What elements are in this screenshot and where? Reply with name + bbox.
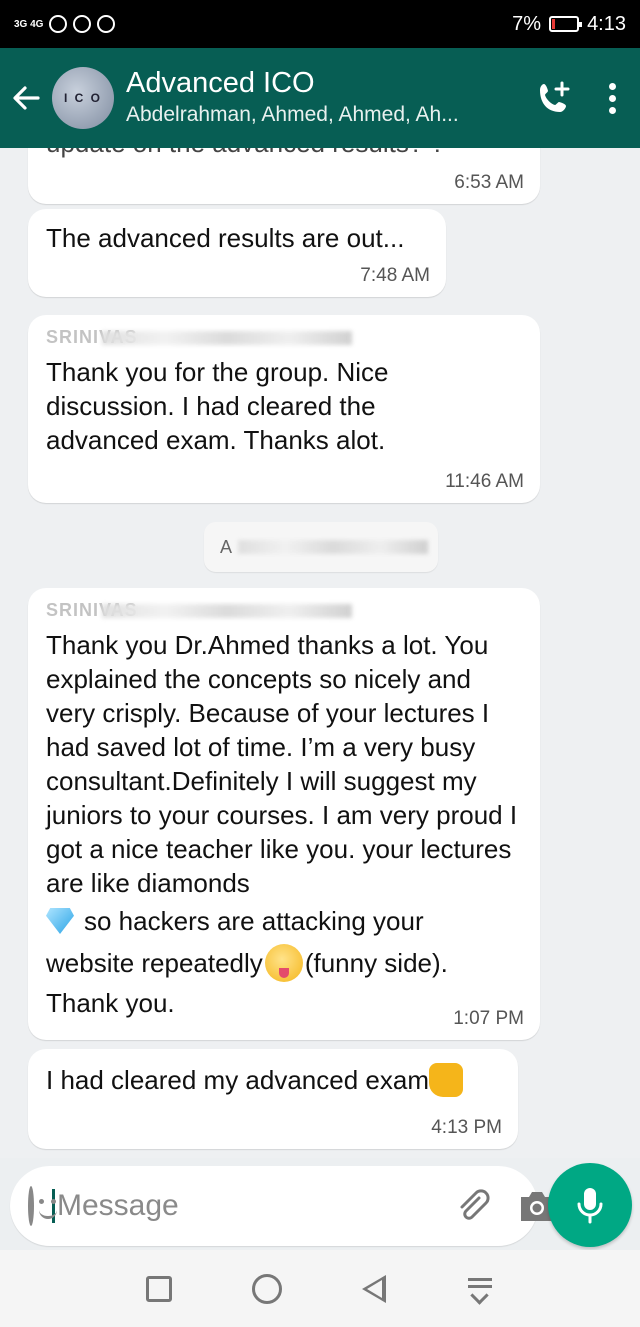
- message-time: 1:07 PM: [453, 1008, 524, 1029]
- message-text-part: website repeatedly: [46, 948, 263, 978]
- message-bubble[interactable]: SRINIVAS Thank you Dr.Ahmed thanks a lot…: [28, 588, 540, 1040]
- message-text-part: Thank you Dr.Ahmed thanks a lot. You exp…: [46, 630, 518, 898]
- message-text: Thank you Dr.Ahmed thanks a lot. You exp…: [46, 628, 526, 1020]
- winking-tongue-emoji-icon: [264, 944, 303, 982]
- battery-icon: [549, 16, 583, 32]
- more-options-button[interactable]: [584, 68, 640, 128]
- add-call-button[interactable]: [524, 68, 584, 128]
- chat-title: Advanced ICO: [126, 67, 315, 99]
- mic-icon: [577, 1188, 603, 1224]
- battery-percent: 7%: [512, 12, 542, 35]
- status-bar: 3G 4G 7% 4:13: [0, 0, 640, 48]
- system-nav-bar: [0, 1250, 640, 1327]
- message-input[interactable]: [52, 1189, 443, 1223]
- message-composer: [10, 1166, 553, 1246]
- chat-participants: Abdelrahman, Ahmed, Ahmed, Ah...: [126, 103, 459, 126]
- more-vertical-icon: [608, 82, 616, 90]
- message-bubble[interactable]: SRINIVAS Thank you for the group. Nice d…: [28, 315, 540, 503]
- message-text: I had cleared my advanced exam: [46, 1063, 500, 1097]
- network-indicator: 3G 4G: [14, 18, 44, 30]
- messenger-notification-icon: [73, 15, 92, 33]
- recent-apps-icon[interactable]: [146, 1275, 172, 1302]
- message-text-part: I had cleared my advanced exam: [46, 1065, 429, 1095]
- attach-button[interactable]: [453, 1186, 493, 1226]
- message-text: update on the advanced results? ?: [46, 148, 522, 160]
- message-line: website repeatedly (funny side).: [46, 944, 526, 982]
- status-icons: 3G 4G: [14, 15, 116, 33]
- message-bubble[interactable]: I had cleared my advanced exam 4:13 PM: [28, 1049, 518, 1149]
- thumbs-up-emoji-icon: [429, 1063, 463, 1097]
- smiley-icon[interactable]: [28, 1186, 57, 1226]
- sender-name: SRINIVAS: [46, 327, 522, 351]
- message-bubble[interactable]: update on the advanced results? ? 6:53 A…: [28, 148, 540, 204]
- redacted-text: [238, 540, 429, 554]
- chat-header: I C O Advanced ICO Abdelrahman, Ahmed, A…: [0, 48, 640, 148]
- message-text-part: so hackers are attacking your: [84, 906, 424, 936]
- redacted-name: [102, 604, 352, 618]
- clock: 4:13: [587, 12, 626, 35]
- group-avatar[interactable]: I C O: [52, 67, 114, 129]
- message-time: 7:48 AM: [360, 265, 430, 286]
- avatar-label: I C O: [63, 91, 102, 105]
- arrow-left-icon: [13, 86, 40, 110]
- message-text: Thank you for the group. Nice discussion…: [46, 357, 389, 455]
- diamond-emoji-icon: [46, 908, 74, 934]
- system-notice: A: [204, 522, 438, 572]
- message-bubble[interactable]: The advanced results are out... 7:48 AM: [28, 209, 446, 297]
- message-time: 11:46 AM: [445, 471, 524, 492]
- redacted-name: [102, 331, 352, 345]
- whatsapp-notification-icon: [49, 15, 68, 33]
- back-button[interactable]: [0, 48, 52, 148]
- chat-info[interactable]: Advanced ICO Abdelrahman, Ahmed, Ahmed, …: [126, 66, 524, 130]
- message-time: 4:13 PM: [431, 1117, 502, 1138]
- message-line: so hackers are attacking your: [46, 904, 526, 938]
- chat-area[interactable]: update on the advanced results? ? 6:53 A…: [0, 148, 640, 1158]
- message-text: The advanced results are out...: [46, 223, 405, 253]
- hotspot-icon: [97, 15, 116, 33]
- message-text-part: (funny side).: [304, 948, 448, 978]
- home-icon[interactable]: [252, 1273, 282, 1304]
- status-right: 7% 4:13: [512, 13, 626, 36]
- add-call-icon: [540, 81, 570, 112]
- system-notice-text: A: [220, 536, 233, 557]
- notification-shade-icon[interactable]: [466, 1275, 494, 1303]
- message-time: 6:53 AM: [454, 172, 524, 193]
- paperclip-icon: [460, 1189, 490, 1220]
- sender-name: SRINIVAS: [46, 600, 522, 624]
- voice-record-button[interactable]: [548, 1163, 632, 1247]
- back-icon[interactable]: [362, 1274, 386, 1303]
